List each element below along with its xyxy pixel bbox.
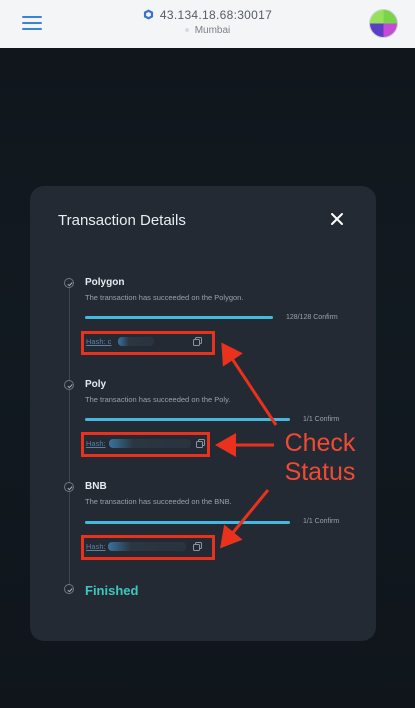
annotation-text-check: Check xyxy=(284,429,356,457)
annotation-text-status: Status xyxy=(284,458,356,486)
annotation-arrows xyxy=(215,342,278,549)
